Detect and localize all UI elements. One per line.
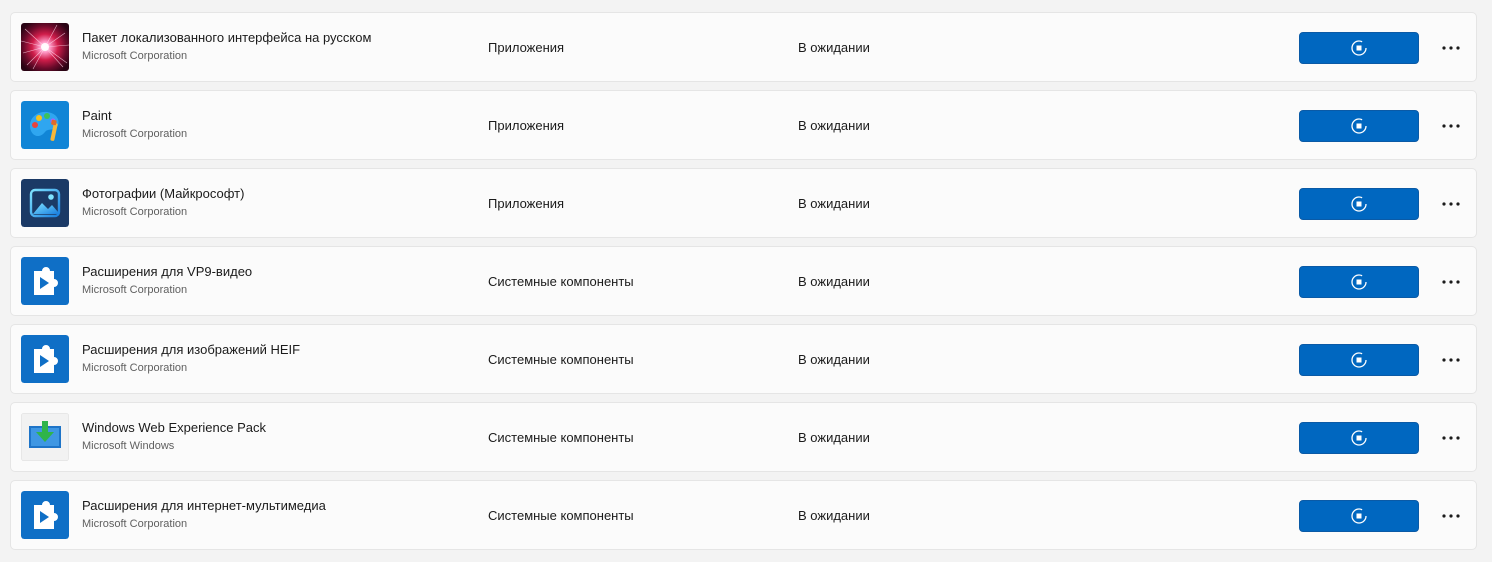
app-name: Расширения для изображений HEIF: [82, 342, 301, 357]
app-category: Системные компоненты: [488, 430, 634, 445]
more-options-button[interactable]: [1433, 346, 1469, 374]
download-row: Расширения для VP9-видео Microsoft Corpo…: [10, 246, 1477, 316]
stop-download-button[interactable]: [1299, 344, 1419, 376]
more-icon: [1442, 280, 1460, 284]
stop-download-button[interactable]: [1299, 32, 1419, 64]
app-publisher: Microsoft Corporation: [82, 128, 188, 140]
stop-progress-icon: [1351, 508, 1367, 524]
app-name: Расширения для интернет-мультимедиа: [82, 498, 326, 513]
download-row: Расширения для интернет-мультимедиа Micr…: [10, 480, 1477, 550]
app-category: Приложения: [488, 40, 565, 55]
app-publisher: Microsoft Corporation: [82, 206, 188, 218]
app-status: В ожидании: [798, 274, 870, 289]
app-status: В ожидании: [798, 352, 870, 367]
app-publisher: Microsoft Corporation: [82, 284, 188, 296]
web-experience-pack-icon: [21, 413, 69, 461]
media-extension-icon: [21, 491, 69, 539]
download-row: Фотографии (Майкрософт) Microsoft Corpor…: [10, 168, 1477, 238]
stop-download-button[interactable]: [1299, 266, 1419, 298]
app-publisher: Microsoft Corporation: [82, 362, 188, 374]
photos-icon: [21, 179, 69, 227]
app-name: Расширения для VP9-видео: [82, 264, 253, 279]
stop-progress-icon: [1351, 40, 1367, 56]
stop-download-button[interactable]: [1299, 500, 1419, 532]
stop-progress-icon: [1351, 430, 1367, 446]
app-category: Системные компоненты: [488, 352, 634, 367]
stop-progress-icon: [1351, 352, 1367, 368]
stop-progress-icon: [1351, 196, 1367, 212]
paint-icon: [21, 101, 69, 149]
app-status: В ожидании: [798, 508, 870, 523]
more-icon: [1442, 46, 1460, 50]
app-category: Системные компоненты: [488, 274, 634, 289]
more-options-button[interactable]: [1433, 268, 1469, 296]
more-icon: [1442, 436, 1460, 440]
more-icon: [1442, 124, 1460, 128]
more-icon: [1442, 358, 1460, 362]
media-extension-icon: [21, 257, 69, 305]
download-queue-list: Пакет локализованного интерфейса на русс…: [10, 12, 1477, 558]
more-options-button[interactable]: [1433, 34, 1469, 62]
media-extension-icon: [21, 335, 69, 383]
more-options-button[interactable]: [1433, 112, 1469, 140]
download-row: Windows Web Experience Pack Microsoft Wi…: [10, 402, 1477, 472]
more-icon: [1442, 514, 1460, 518]
app-category: Приложения: [488, 196, 565, 211]
stop-download-button[interactable]: [1299, 110, 1419, 142]
app-name: Paint: [82, 108, 112, 123]
app-status: В ожидании: [798, 40, 870, 55]
more-options-button[interactable]: [1433, 424, 1469, 452]
download-row: Пакет локализованного интерфейса на русс…: [10, 12, 1477, 82]
app-status: В ожидании: [798, 430, 870, 445]
app-name: Пакет локализованного интерфейса на русс…: [82, 30, 372, 45]
stop-download-button[interactable]: [1299, 422, 1419, 454]
app-name: Windows Web Experience Pack: [82, 420, 267, 435]
download-row: Paint Microsoft Corporation Приложения В…: [10, 90, 1477, 160]
stop-download-button[interactable]: [1299, 188, 1419, 220]
more-icon: [1442, 202, 1460, 206]
download-row: Расширения для изображений HEIF Microsof…: [10, 324, 1477, 394]
more-options-button[interactable]: [1433, 502, 1469, 530]
app-category: Системные компоненты: [488, 508, 634, 523]
app-name: Фотографии (Майкрософт): [82, 186, 245, 201]
app-publisher: Microsoft Corporation: [82, 50, 188, 62]
app-category: Приложения: [488, 118, 565, 133]
stop-progress-icon: [1351, 274, 1367, 290]
app-publisher: Microsoft Corporation: [82, 518, 188, 530]
language-pack-icon: [21, 23, 69, 71]
more-options-button[interactable]: [1433, 190, 1469, 218]
app-status: В ожидании: [798, 118, 870, 133]
app-publisher: Microsoft Windows: [82, 440, 175, 452]
app-status: В ожидании: [798, 196, 870, 211]
stop-progress-icon: [1351, 118, 1367, 134]
